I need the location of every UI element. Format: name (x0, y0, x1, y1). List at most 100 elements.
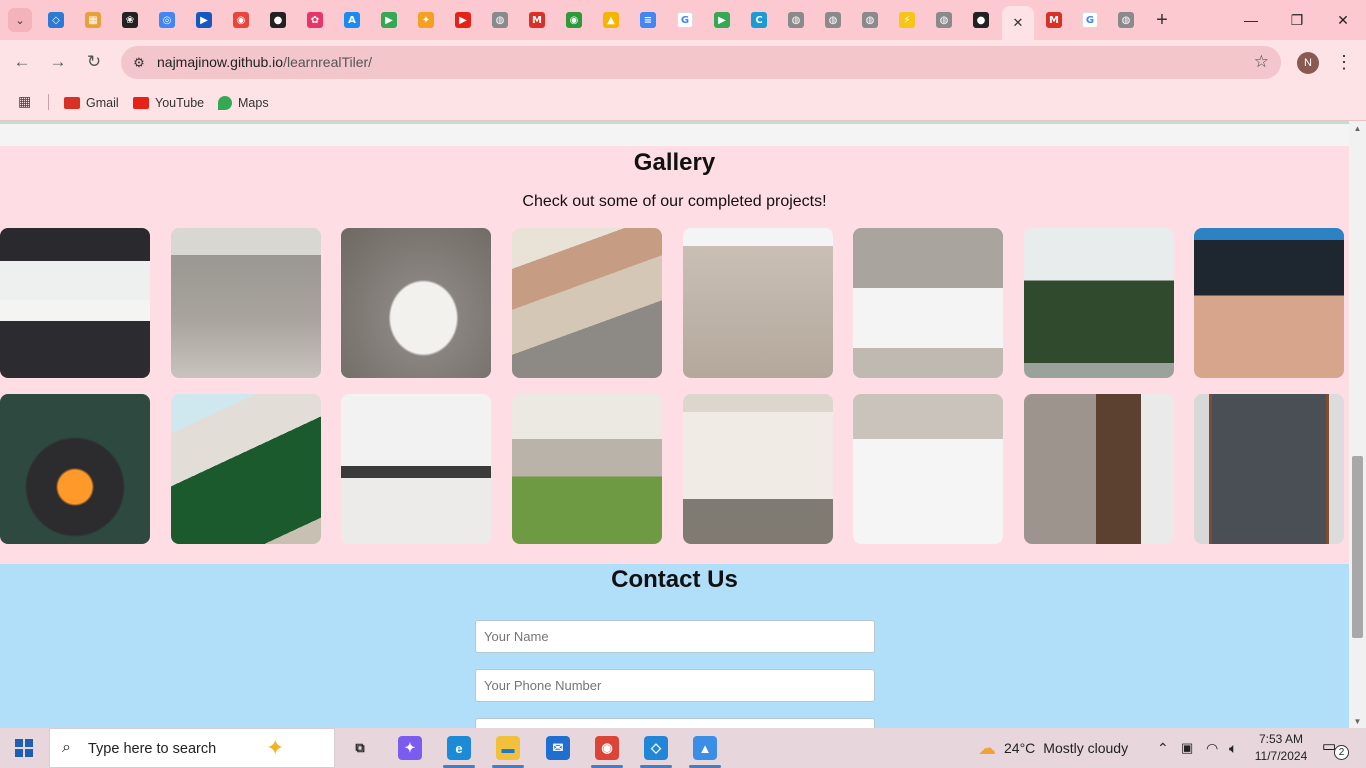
browser-tab[interactable]: ◉ (562, 8, 586, 32)
wifi-icon[interactable]: ◠ (1206, 728, 1218, 768)
browser-tab[interactable]: ◍ (858, 8, 882, 32)
browser-tab[interactable]: ⚡ (895, 8, 919, 32)
green-shower-floor-photo[interactable] (1024, 228, 1174, 378)
browser-tab[interactable]: ▲ (599, 8, 623, 32)
address-bar[interactable]: ⚙ najmajinow.github.io/learnrealTiler/ ☆ (121, 46, 1281, 79)
phone-input[interactable] (475, 669, 875, 702)
meet-now-icon[interactable]: ▣ (1181, 728, 1193, 768)
chrome-menu-icon[interactable]: ⋮ (1334, 50, 1354, 74)
green-tiled-bath-photo[interactable] (171, 394, 321, 544)
github-icon: ● (973, 12, 989, 28)
scroll-up-arrow[interactable]: ▲ (1349, 121, 1366, 135)
browser-tab[interactable]: G (673, 8, 697, 32)
google-lens-icon: ◎ (159, 12, 175, 28)
shower-tray-photo[interactable] (853, 228, 1003, 378)
outdoor-paving-photo[interactable] (512, 228, 662, 378)
bookmark-gmail[interactable]: Gmail (64, 92, 119, 114)
taskbar-search-box[interactable]: ⌕ Type here to search ✦ (49, 728, 335, 768)
task-view-taskbar-button[interactable]: ⧉ (336, 728, 384, 768)
minimize-button[interactable]: — (1228, 0, 1274, 40)
forward-button[interactable]: → (46, 50, 70, 74)
browser-tab[interactable]: ▶ (192, 8, 216, 32)
bookmark-maps[interactable]: Maps (218, 92, 269, 114)
new-tab-button[interactable]: + (1150, 8, 1174, 32)
search-placeholder: Type here to search (88, 741, 217, 757)
patio-tiles-photo[interactable] (683, 228, 833, 378)
browser-tab[interactable]: ● (969, 8, 993, 32)
browser-tab[interactable]: ≡ (636, 8, 660, 32)
kitchen-sink-photo[interactable] (0, 228, 150, 378)
bookmark-star-icon[interactable]: ☆ (1254, 52, 1269, 72)
browser-tab[interactable]: G (1078, 8, 1102, 32)
browser-tab[interactable]: ◍ (1114, 8, 1138, 32)
weather-widget[interactable]: ☁ 24°C Mostly cloudy (978, 728, 1128, 768)
profile-avatar[interactable]: N (1297, 52, 1319, 74)
browser-tab[interactable]: ▶ (377, 8, 401, 32)
browser-tab[interactable]: ◍ (932, 8, 956, 32)
browser-tab[interactable]: ✿ (303, 8, 327, 32)
browser-tab[interactable]: ✦ (414, 8, 438, 32)
browser-tab[interactable]: ▦ (81, 8, 105, 32)
browser-tab[interactable]: ◍ (488, 8, 512, 32)
browser-tab[interactable]: ◇ (44, 8, 68, 32)
close-window-button[interactable]: ✕ (1320, 0, 1366, 40)
browser-tab[interactable]: M (525, 8, 549, 32)
start-button[interactable] (0, 728, 48, 768)
restore-button[interactable]: ❐ (1274, 0, 1320, 40)
edge-taskbar-button[interactable]: e (435, 728, 483, 768)
scroll-thumb[interactable] (1352, 456, 1363, 638)
butterfly-icon: ✿ (307, 12, 323, 28)
back-button[interactable]: ← (10, 50, 34, 74)
stone-feature-wall-photo[interactable] (1194, 394, 1344, 544)
grey-floor-tiles-photo[interactable] (171, 228, 321, 378)
mail-taskbar-button[interactable]: ✉ (534, 728, 582, 768)
windows-taskbar: ⌕ Type here to search ✦ ⧉ ✦ e ▬ ✉ ◉ ◇ ▲ ☁ 24°C … (0, 728, 1366, 768)
tiled-kitchen-photo[interactable] (341, 394, 491, 544)
browser-tab[interactable]: ◉ (229, 8, 253, 32)
name-input[interactable] (475, 620, 875, 653)
show-hidden-icons[interactable]: ⌃ (1157, 728, 1169, 768)
browser-tab[interactable]: M (1042, 8, 1066, 32)
site-info-icon[interactable]: ⚙ (129, 53, 149, 73)
scroll-down-arrow[interactable]: ▼ (1349, 714, 1366, 728)
gmail-icon: M (529, 12, 545, 28)
reload-button[interactable]: ↻ (82, 50, 106, 74)
browser-tab[interactable]: ◍ (784, 8, 808, 32)
pinwheel-icon: ✦ (418, 12, 434, 28)
browser-tab[interactable]: C (747, 8, 771, 32)
apps-grid-icon[interactable]: ▦ (18, 93, 34, 109)
marble-shower-photo[interactable] (683, 394, 833, 544)
blue-mosaic-floor-photo[interactable] (1194, 228, 1344, 378)
bookmark-youtube[interactable]: YouTube (133, 92, 204, 114)
browser-tab[interactable]: ❀ (118, 8, 142, 32)
gallery-subtitle: Check out some of our completed projects… (522, 193, 827, 210)
browser-tab[interactable]: ● (266, 8, 290, 32)
gallery-title: Gallery (633, 149, 716, 176)
browser-tab[interactable]: ▶ (451, 8, 475, 32)
app-red-icon: ◉ (233, 12, 249, 28)
next-field[interactable] (475, 718, 875, 728)
copilot-taskbar-button[interactable]: ✦ (386, 728, 434, 768)
corner-bathtub-photo[interactable] (341, 228, 491, 378)
copilot-icon: ✦ (398, 736, 422, 760)
chrome-taskbar-button[interactable]: ◉ (583, 728, 631, 768)
browser-tab[interactable]: A (340, 8, 364, 32)
browser-tab[interactable]: ▶ (710, 8, 734, 32)
globe-icon: ◍ (936, 12, 952, 28)
tab-search-button[interactable]: ⌄ (8, 8, 32, 32)
tiler-selfie-photo[interactable] (1024, 394, 1174, 544)
system-clock[interactable]: 7:53 AM 11/7/2024 (1253, 731, 1309, 765)
marble-bath-tiles-photo[interactable] (853, 394, 1003, 544)
bookmark-label: Maps (238, 96, 269, 110)
photos-taskbar-button[interactable]: ▲ (681, 728, 729, 768)
file-explorer-taskbar-button[interactable]: ▬ (484, 728, 532, 768)
browser-tab[interactable]: ◍ (821, 8, 845, 32)
artificial-grass-patio-photo[interactable] (512, 394, 662, 544)
active-tab[interactable]: ✕ (1002, 6, 1034, 40)
browser-tab[interactable]: ◎ (155, 8, 179, 32)
page-scrollbar[interactable]: ▲ ▼ (1349, 121, 1366, 728)
volume-icon[interactable]: 🔈︎ (1229, 728, 1237, 768)
vscode-taskbar-button[interactable]: ◇ (632, 728, 680, 768)
fireplace-photo[interactable] (0, 394, 150, 544)
close-tab-icon[interactable]: ✕ (1013, 15, 1024, 31)
